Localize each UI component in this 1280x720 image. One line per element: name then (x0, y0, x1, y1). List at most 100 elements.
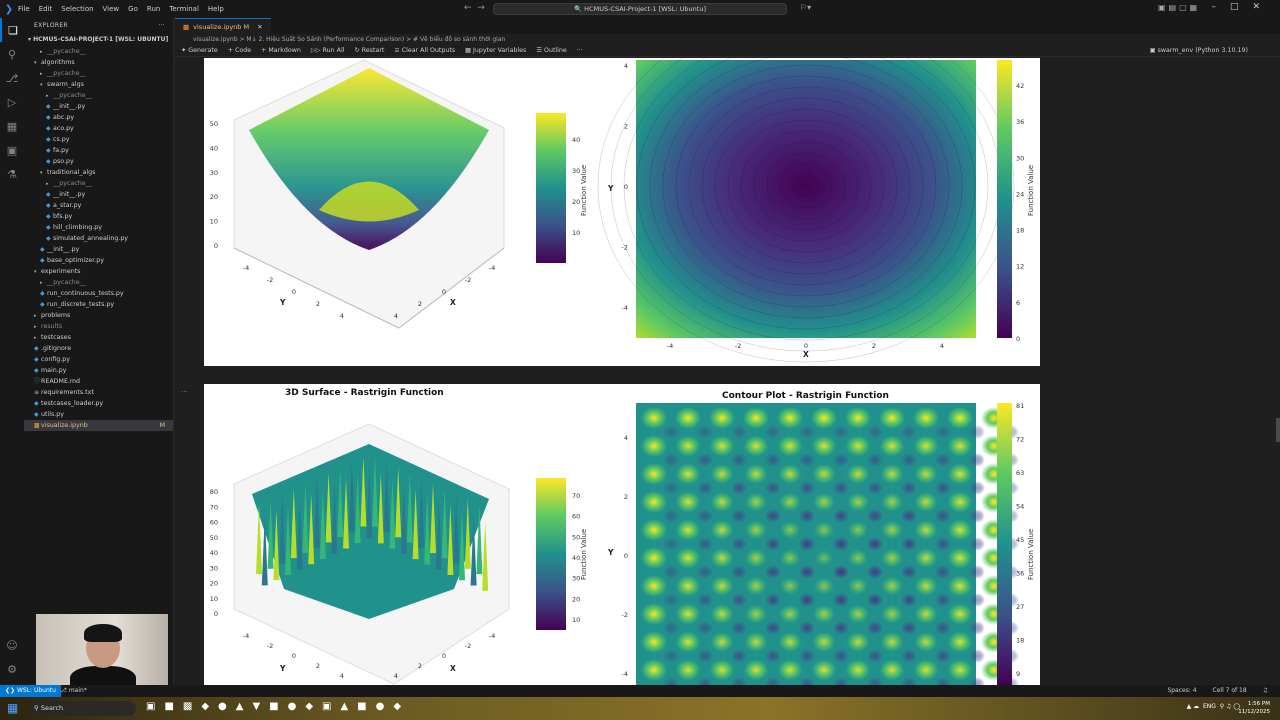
menu-view[interactable]: View (103, 5, 120, 13)
tree-item[interactable]: ◆ abc.py (24, 112, 173, 123)
tree-item[interactable]: ◆ base_optimizer.py (24, 255, 173, 266)
scrollbar-thumb[interactable] (1276, 418, 1280, 442)
command-center[interactable]: 🔍 HCMUS-CSAI-Project-1 [WSL: Ubuntu] (493, 3, 787, 15)
tree-item[interactable]: ▸ __pycache__ (24, 277, 173, 288)
tree-item[interactable]: ◆ hill_climbing.py (24, 222, 173, 233)
contour-dip (731, 509, 747, 523)
breadcrumb[interactable]: visualize.ipynb > M↓ 2. Hiệu Suất So Sán… (175, 34, 1280, 45)
contour-peak (641, 659, 667, 681)
contour-peak (914, 604, 938, 624)
account-icon[interactable]: ☺ (0, 633, 24, 657)
toolbar-markdown[interactable]: + Markdown (261, 45, 301, 56)
surface-x-label: X (450, 298, 456, 307)
settings-gear-icon[interactable]: ⚙ (0, 657, 24, 681)
tree-item[interactable]: ▸ __pycache__ (24, 90, 173, 101)
toolbar-outline[interactable]: ☰ Outline (536, 45, 566, 56)
colorbar-label-3: Function Value (580, 528, 588, 580)
explorer-icon[interactable]: ❏ (0, 18, 24, 42)
workspace-root[interactable]: ▾ HCMUS-CSAI-PROJECT-1 [WSL: UBUNTU] (24, 34, 173, 46)
surface-z-tick: 0 (214, 242, 218, 250)
more-actions-icon[interactable]: ··· (158, 18, 165, 34)
tree-item[interactable]: ◆ pso.py (24, 156, 173, 167)
close-icon[interactable]: ✕ (257, 23, 262, 31)
cell-more-icon[interactable]: ··· (181, 388, 188, 396)
window-controls[interactable]: –□✕ (1211, 2, 1274, 12)
windows-start-icon[interactable]: ▦ (7, 702, 19, 714)
tree-item-label: __pycache__ (47, 48, 86, 55)
toolbar-restart[interactable]: ↻ Restart (354, 45, 384, 56)
tree-item[interactable]: ◆ run_discrete_tests.py (24, 299, 173, 310)
tree-item[interactable]: ◆ .gitignore (24, 343, 173, 354)
contour-peak (812, 464, 836, 484)
tree-item[interactable]: ▸ __pycache__ (24, 68, 173, 79)
testing-icon[interactable]: ⚗ (0, 162, 24, 186)
toolbar-generate[interactable]: ✦ Generate (181, 45, 218, 56)
tree-item[interactable]: ◆ a_star.py (24, 200, 173, 211)
tree-item[interactable]: ◆ utils.py (24, 409, 173, 420)
menu-file[interactable]: File (18, 5, 30, 13)
menu-go[interactable]: Go (128, 5, 138, 13)
toolbar-clear-all-outputs[interactable]: ≡ Clear All Outputs (394, 45, 455, 56)
tree-item[interactable]: ◆ __init__.py (24, 244, 173, 255)
menu-selection[interactable]: Selection (61, 5, 93, 13)
cell-position-status[interactable]: Cell 7 of 18 (1213, 687, 1247, 694)
tab-visualize-ipynb[interactable]: ▩ visualize.ipynb M ✕ (175, 18, 271, 34)
tree-item[interactable]: ◆ main.py (24, 365, 173, 376)
tree-item[interactable]: ▸ testcases (24, 332, 173, 343)
contour-peak (675, 519, 701, 541)
source-control-icon[interactable]: ⎇ (0, 66, 24, 90)
menu-help[interactable]: Help (208, 5, 224, 13)
tree-item[interactable]: ▸ results (24, 321, 173, 332)
menu-terminal[interactable]: Terminal (169, 5, 199, 13)
indentation-status[interactable]: Spaces: 4 (1167, 687, 1196, 694)
tree-item[interactable]: ◆ run_continuous_tests.py (24, 288, 173, 299)
tree-item[interactable]: ◆ aco.py (24, 123, 173, 134)
tree-item[interactable]: ◆ __init__.py (24, 189, 173, 200)
contour-dip (901, 649, 917, 663)
tree-item[interactable]: ▩visualize.ipynb M (24, 420, 173, 431)
remote-indicator[interactable]: ❮❯ WSL: Ubuntu (0, 685, 61, 697)
taskbar-apps[interactable]: ▣■▩◆●▲▼■●◆▣▲■●◆ (146, 701, 410, 712)
tree-item[interactable]: ◆ simulated_annealing.py (24, 233, 173, 244)
menu-run[interactable]: Run (147, 5, 160, 13)
contour-dip (765, 537, 781, 551)
search-icon[interactable]: ⚲ (0, 42, 24, 66)
contour-peak (914, 520, 938, 540)
taskbar-clock[interactable]: 1:56 PM 11/12/2025 (1238, 700, 1270, 716)
tree-item[interactable]: ◆ testcases_loader.py (24, 398, 173, 409)
kernel-picker[interactable]: ▣ swarm_env (Python 3.10.19) (1150, 45, 1258, 57)
toolbar-more-icon[interactable]: ··· (577, 45, 583, 56)
layout-controls-icon[interactable]: ▣▤▢▦ (1158, 3, 1200, 12)
remote-explorer-icon[interactable]: ▣ (0, 138, 24, 162)
copilot-icon[interactable]: ⚐▾ (800, 3, 811, 12)
tree-item[interactable]: ◆ cs.py (24, 134, 173, 145)
notifications-icon[interactable]: ♫ (1263, 687, 1268, 694)
tree-item[interactable]: ▾ experiments (24, 266, 173, 277)
taskbar-search[interactable]: ⚲ Search (28, 701, 136, 716)
tree-item[interactable]: ⓘREADME.md (24, 376, 173, 387)
extensions-icon[interactable]: ▦ (0, 114, 24, 138)
tree-item[interactable]: ◆ config.py (24, 354, 173, 365)
editor-scrollbar[interactable] (1274, 58, 1280, 685)
tree-item[interactable]: ◆ __init__.py (24, 101, 173, 112)
contour-x-tick: -2 (735, 342, 741, 350)
tree-item[interactable]: ▸ problems (24, 310, 173, 321)
tree-item[interactable]: ▾ swarm_algs (24, 79, 173, 90)
menu-edit[interactable]: Edit (39, 5, 53, 13)
tree-item[interactable]: ▸ __pycache__ (24, 46, 173, 57)
branch-indicator[interactable]: ⎇ main* (60, 685, 87, 697)
toolbar-jupyter-variables[interactable]: ▦ Jupyter Variables (465, 45, 526, 56)
tree-item[interactable]: ≡ requirements.txt (24, 387, 173, 398)
tree-item[interactable]: ▸ __pycache__ (24, 178, 173, 189)
tree-item[interactable]: ▾ traditional_algs (24, 167, 173, 178)
toolbar-code[interactable]: + Code (228, 45, 251, 56)
tree-item[interactable]: ◆ fa.py (24, 145, 173, 156)
py-file-icon: ◆ (40, 290, 45, 297)
toolbar-run-all[interactable]: ▷▷ Run All (311, 45, 345, 56)
tree-item[interactable]: ◆ bfs.py (24, 211, 173, 222)
tree-item[interactable]: ▾ algorithms (24, 57, 173, 68)
colorbar-tick: 36 (1016, 570, 1024, 578)
run-debug-icon[interactable]: ▷ (0, 90, 24, 114)
system-tray[interactable]: ▲ ☁ ENG ⚲ ♫ ◯ (1187, 703, 1240, 710)
nav-arrows-icon[interactable]: ← → (464, 3, 485, 13)
